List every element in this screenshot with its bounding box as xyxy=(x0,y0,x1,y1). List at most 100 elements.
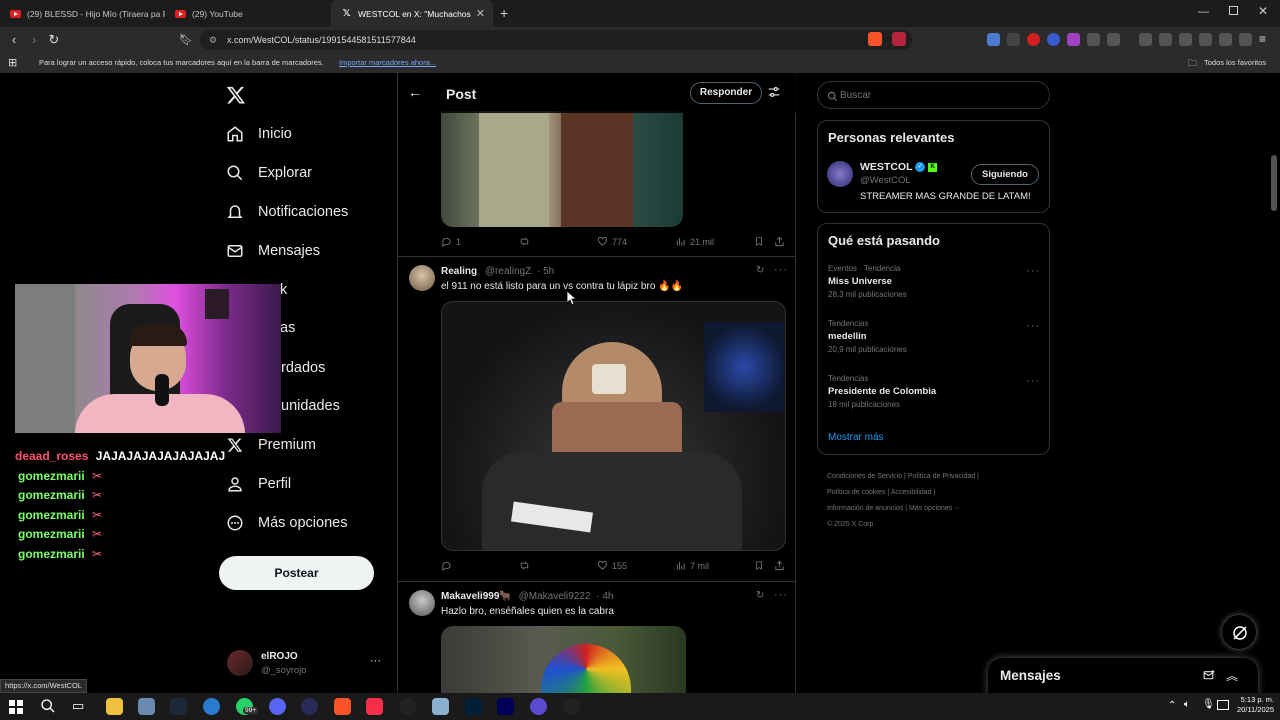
reply-action[interactable] xyxy=(441,560,456,571)
forward-button[interactable]: › xyxy=(26,32,42,48)
extension-icon[interactable] xyxy=(987,33,1000,46)
leo-ai-icon[interactable] xyxy=(1219,33,1232,46)
views-action[interactable]: 7 mil xyxy=(675,560,709,571)
app-icon[interactable] xyxy=(530,698,547,715)
repost-action[interactable] xyxy=(518,560,535,571)
steam-icon[interactable] xyxy=(170,698,187,715)
tab-youtube[interactable]: (29) YouTube xyxy=(165,0,330,27)
search-input[interactable]: Buscar xyxy=(817,81,1050,109)
clock[interactable]: 5:13 p. m. 20/11/2025 xyxy=(1226,695,1274,715)
post-handle[interactable]: @Makaveli9222 xyxy=(519,591,591,602)
footer-link[interactable]: Política de cookies xyxy=(827,489,885,496)
filter-icon[interactable] xyxy=(767,85,781,104)
sidebar-item-comunidades[interactable]: unidades xyxy=(281,391,340,421)
expand-icon[interactable]: ︽ xyxy=(1226,667,1238,684)
bookmark-icon[interactable] xyxy=(754,560,768,571)
footer-link[interactable]: Más opciones ··· xyxy=(909,505,961,512)
messages-drawer[interactable]: Mensajes ︽ xyxy=(988,658,1258,693)
grok-icon[interactable]: ↻ xyxy=(756,265,764,276)
sidebar-item-explorar[interactable]: Explorar xyxy=(226,158,312,188)
music-icon[interactable] xyxy=(366,698,383,715)
app-icon[interactable] xyxy=(138,698,155,715)
extension-icon[interactable] xyxy=(1007,33,1020,46)
app-icon[interactable] xyxy=(203,698,220,715)
sidebar-item-grok[interactable]: k xyxy=(280,275,287,305)
post-media-image[interactable] xyxy=(441,111,683,227)
extension-icon[interactable] xyxy=(1047,33,1060,46)
volume-icon[interactable]: 🔈︎ xyxy=(1184,699,1190,710)
back-button[interactable]: ‹ xyxy=(6,32,22,48)
share-icon[interactable] xyxy=(774,236,789,247)
sidebar-item-premium[interactable]: Premium xyxy=(226,430,316,460)
sidebar-item-mas-opciones[interactable]: Más opciones xyxy=(226,508,347,538)
close-tab-icon[interactable]: ✕ xyxy=(476,7,485,20)
post-author[interactable]: Makaveli999🐂 xyxy=(441,591,512,602)
new-message-icon[interactable] xyxy=(1202,669,1216,687)
puzzle-icon[interactable] xyxy=(1087,33,1100,46)
back-arrow-icon[interactable]: ← xyxy=(408,84,422,100)
apps-grid-icon[interactable]: ⊞ xyxy=(8,53,17,73)
grok-icon[interactable]: ↻ xyxy=(756,590,764,601)
app-icon[interactable] xyxy=(432,698,449,715)
person-name-row[interactable]: WESTCOL ✓ K xyxy=(860,161,938,173)
share-icon[interactable] xyxy=(774,560,789,571)
extension-icon[interactable] xyxy=(1027,33,1040,46)
brave-rewards-icon[interactable] xyxy=(892,32,906,46)
extension-icon[interactable] xyxy=(1107,33,1120,46)
extension-icon[interactable] xyxy=(1067,33,1080,46)
media-encoder-icon[interactable] xyxy=(497,698,514,715)
trend-item[interactable]: Eventos · Tendencia Miss Universe 28,3 m… xyxy=(828,264,907,299)
post-time[interactable]: · 4h xyxy=(596,591,613,602)
avatar[interactable] xyxy=(409,590,435,616)
tab-blessd[interactable]: (29) BLESSD - Hijo Mío (Tiraera pa Fe xyxy=(0,0,165,27)
mic-icon[interactable]: 🎙︎ xyxy=(1202,699,1215,710)
trend-more-icon[interactable]: ··· xyxy=(1026,265,1040,277)
all-bookmarks-folder[interactable]: Todos los favoritos xyxy=(1204,53,1266,73)
reply-action[interactable]: 1 xyxy=(441,236,461,247)
search-icon[interactable] xyxy=(40,698,56,719)
account-name[interactable]: elROJO xyxy=(261,651,298,662)
reload-button[interactable]: ↻ xyxy=(46,32,62,48)
site-info-icon[interactable]: ⚙ xyxy=(209,30,217,50)
minimize-button[interactable]: — xyxy=(1198,6,1209,18)
footer-link[interactable]: Información de anuncios xyxy=(827,505,903,512)
close-window-button[interactable]: ✕ xyxy=(1258,4,1268,18)
bookmark-page-icon[interactable]: 🔖︎ xyxy=(178,32,194,48)
post-media-image[interactable] xyxy=(441,626,686,693)
sidebar-item-notificaciones[interactable]: Notificaciones xyxy=(226,197,348,227)
avatar[interactable] xyxy=(409,265,435,291)
trend-more-icon[interactable]: ··· xyxy=(1026,375,1040,387)
brave-icon[interactable] xyxy=(334,698,351,715)
sidebar-toggle-icon[interactable] xyxy=(1179,33,1192,46)
new-tab-button[interactable]: + xyxy=(500,5,508,21)
show-more-link[interactable]: Mostrar más xyxy=(828,432,884,443)
task-view-icon[interactable]: ▭ xyxy=(72,698,84,714)
like-action[interactable]: 774 xyxy=(597,236,627,247)
post-author[interactable]: Realing xyxy=(441,266,477,277)
bookmark-icon[interactable] xyxy=(754,236,768,247)
account-menu-icon[interactable]: ··· xyxy=(370,655,381,667)
trend-item[interactable]: Tendencias Presidente de Colombia 18 mil… xyxy=(828,374,936,409)
sidebar-item-inicio[interactable]: Inicio xyxy=(226,119,292,149)
menu-icon[interactable]: ≡ xyxy=(1259,32,1266,46)
x-logo-icon[interactable] xyxy=(226,85,246,110)
footer-link[interactable]: Accesibilidad xyxy=(891,489,932,496)
restore-button[interactable] xyxy=(1229,6,1238,15)
avatar[interactable] xyxy=(827,161,853,187)
sidebar-item-mensajes[interactable]: Mensajes xyxy=(226,236,320,266)
wallet-icon[interactable] xyxy=(1199,33,1212,46)
repost-action[interactable] xyxy=(518,236,535,247)
footer-link[interactable]: Política de Privacidad xyxy=(908,473,975,480)
sidebar-item-listas[interactable]: as xyxy=(280,313,295,343)
footer-link[interactable]: Condiciones de Servicio xyxy=(827,473,902,480)
post-more-icon[interactable]: ··· xyxy=(774,264,788,276)
url-field[interactable]: ⚙ x.com/WestCOL/status/19915445815115778… xyxy=(200,30,912,50)
trend-more-icon[interactable]: ··· xyxy=(1026,320,1040,332)
file-explorer-icon[interactable] xyxy=(106,698,123,715)
sidebar-item-perfil[interactable]: Perfil xyxy=(226,469,291,499)
app-icon[interactable] xyxy=(399,698,416,715)
windows-start-icon[interactable] xyxy=(9,700,23,714)
post-media-image[interactable] xyxy=(441,301,786,551)
scrollbar-thumb[interactable] xyxy=(1271,155,1277,211)
post-button[interactable]: Postear xyxy=(219,556,374,590)
